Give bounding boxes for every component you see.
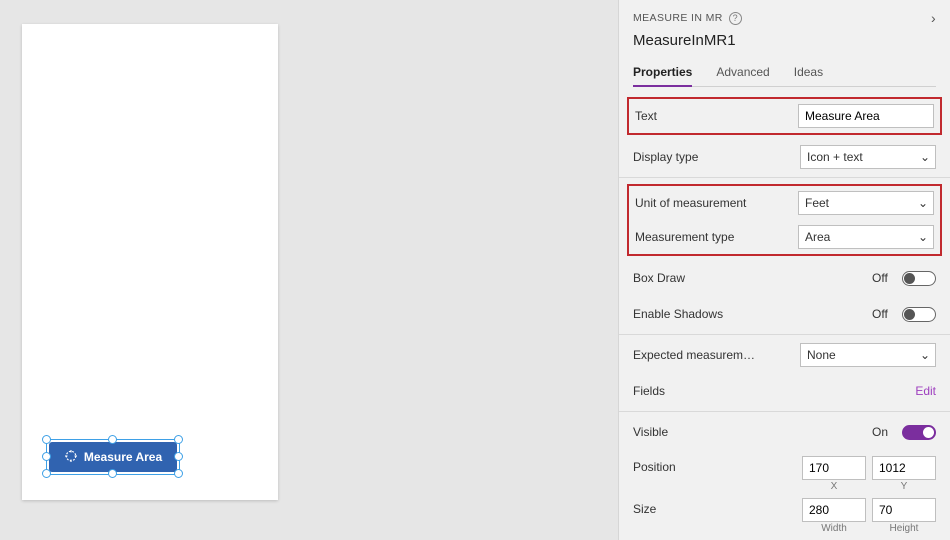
label-text: Text: [635, 109, 798, 123]
resize-handle-ml[interactable]: [42, 452, 51, 461]
expected-value: None: [807, 348, 836, 362]
label-fields: Fields: [633, 384, 915, 398]
label-visible: Visible: [633, 425, 872, 439]
display-type-value: Icon + text: [807, 150, 863, 164]
measure-icon: [64, 449, 78, 466]
chevron-down-icon: ⌄: [920, 150, 930, 164]
resize-handle-mr[interactable]: [174, 452, 183, 461]
unit-value: Feet: [805, 196, 829, 210]
label-expected: Expected measurem…: [633, 348, 800, 362]
resize-handle-tr[interactable]: [174, 435, 183, 444]
label-display-type: Display type: [633, 150, 800, 164]
size-width-input[interactable]: [802, 498, 866, 522]
visible-state: On: [872, 425, 894, 439]
visible-toggle[interactable]: [902, 425, 936, 440]
size-height-input[interactable]: [872, 498, 936, 522]
measurement-type-value: Area: [805, 230, 830, 244]
tab-properties[interactable]: Properties: [633, 61, 692, 87]
caption-height: Height: [890, 523, 919, 534]
expected-select[interactable]: None ⌄: [800, 343, 936, 367]
collapse-panel-icon[interactable]: ›: [931, 10, 936, 26]
position-x-input[interactable]: [802, 456, 866, 480]
resize-handle-br[interactable]: [174, 469, 183, 478]
measurement-type-select[interactable]: Area ⌄: [798, 225, 934, 249]
panel-tabs: Properties Advanced Ideas: [633, 61, 936, 87]
app-screen: [22, 24, 278, 500]
chevron-down-icon: ⌄: [918, 230, 928, 244]
resize-handle-bl[interactable]: [42, 469, 51, 478]
highlight-measure-rows: Unit of measurement Feet ⌄ Measurement t…: [627, 184, 942, 256]
position-y-input[interactable]: [872, 456, 936, 480]
properties-panel: MEASURE IN MR ? › MeasureInMR1 Propertie…: [618, 0, 950, 540]
resize-handle-tm[interactable]: [108, 435, 117, 444]
measure-button-label: Measure Area: [84, 450, 162, 464]
label-measurement-type: Measurement type: [635, 230, 798, 244]
highlight-text-row: Text: [627, 97, 942, 135]
chevron-down-icon: ⌄: [918, 196, 928, 210]
display-type-select[interactable]: Icon + text ⌄: [800, 145, 936, 169]
caption-width: Width: [821, 523, 847, 534]
label-unit: Unit of measurement: [635, 196, 798, 210]
box-draw-toggle[interactable]: [902, 271, 936, 286]
shadows-toggle[interactable]: [902, 307, 936, 322]
fields-edit-link[interactable]: Edit: [915, 384, 936, 398]
resize-handle-tl[interactable]: [42, 435, 51, 444]
tab-advanced[interactable]: Advanced: [716, 61, 769, 86]
tab-ideas[interactable]: Ideas: [794, 61, 823, 86]
measure-area-button[interactable]: Measure Area: [49, 442, 177, 472]
chevron-down-icon: ⌄: [920, 348, 930, 362]
control-instance-name: MeasureInMR1: [633, 28, 936, 51]
resize-handle-bm[interactable]: [108, 469, 117, 478]
label-box-draw: Box Draw: [633, 271, 872, 285]
label-shadows: Enable Shadows: [633, 307, 872, 321]
label-position: Position: [633, 456, 802, 474]
label-size: Size: [633, 498, 802, 516]
caption-y: Y: [901, 481, 908, 492]
shadows-state: Off: [872, 307, 894, 321]
text-input[interactable]: [798, 104, 934, 128]
caption-x: X: [831, 481, 838, 492]
canvas-area[interactable]: Measure Area: [0, 0, 618, 540]
box-draw-state: Off: [872, 271, 894, 285]
selected-control[interactable]: Measure Area: [45, 438, 180, 475]
unit-select[interactable]: Feet ⌄: [798, 191, 934, 215]
help-icon[interactable]: ?: [729, 12, 742, 25]
control-category: MEASURE IN MR: [633, 12, 723, 24]
